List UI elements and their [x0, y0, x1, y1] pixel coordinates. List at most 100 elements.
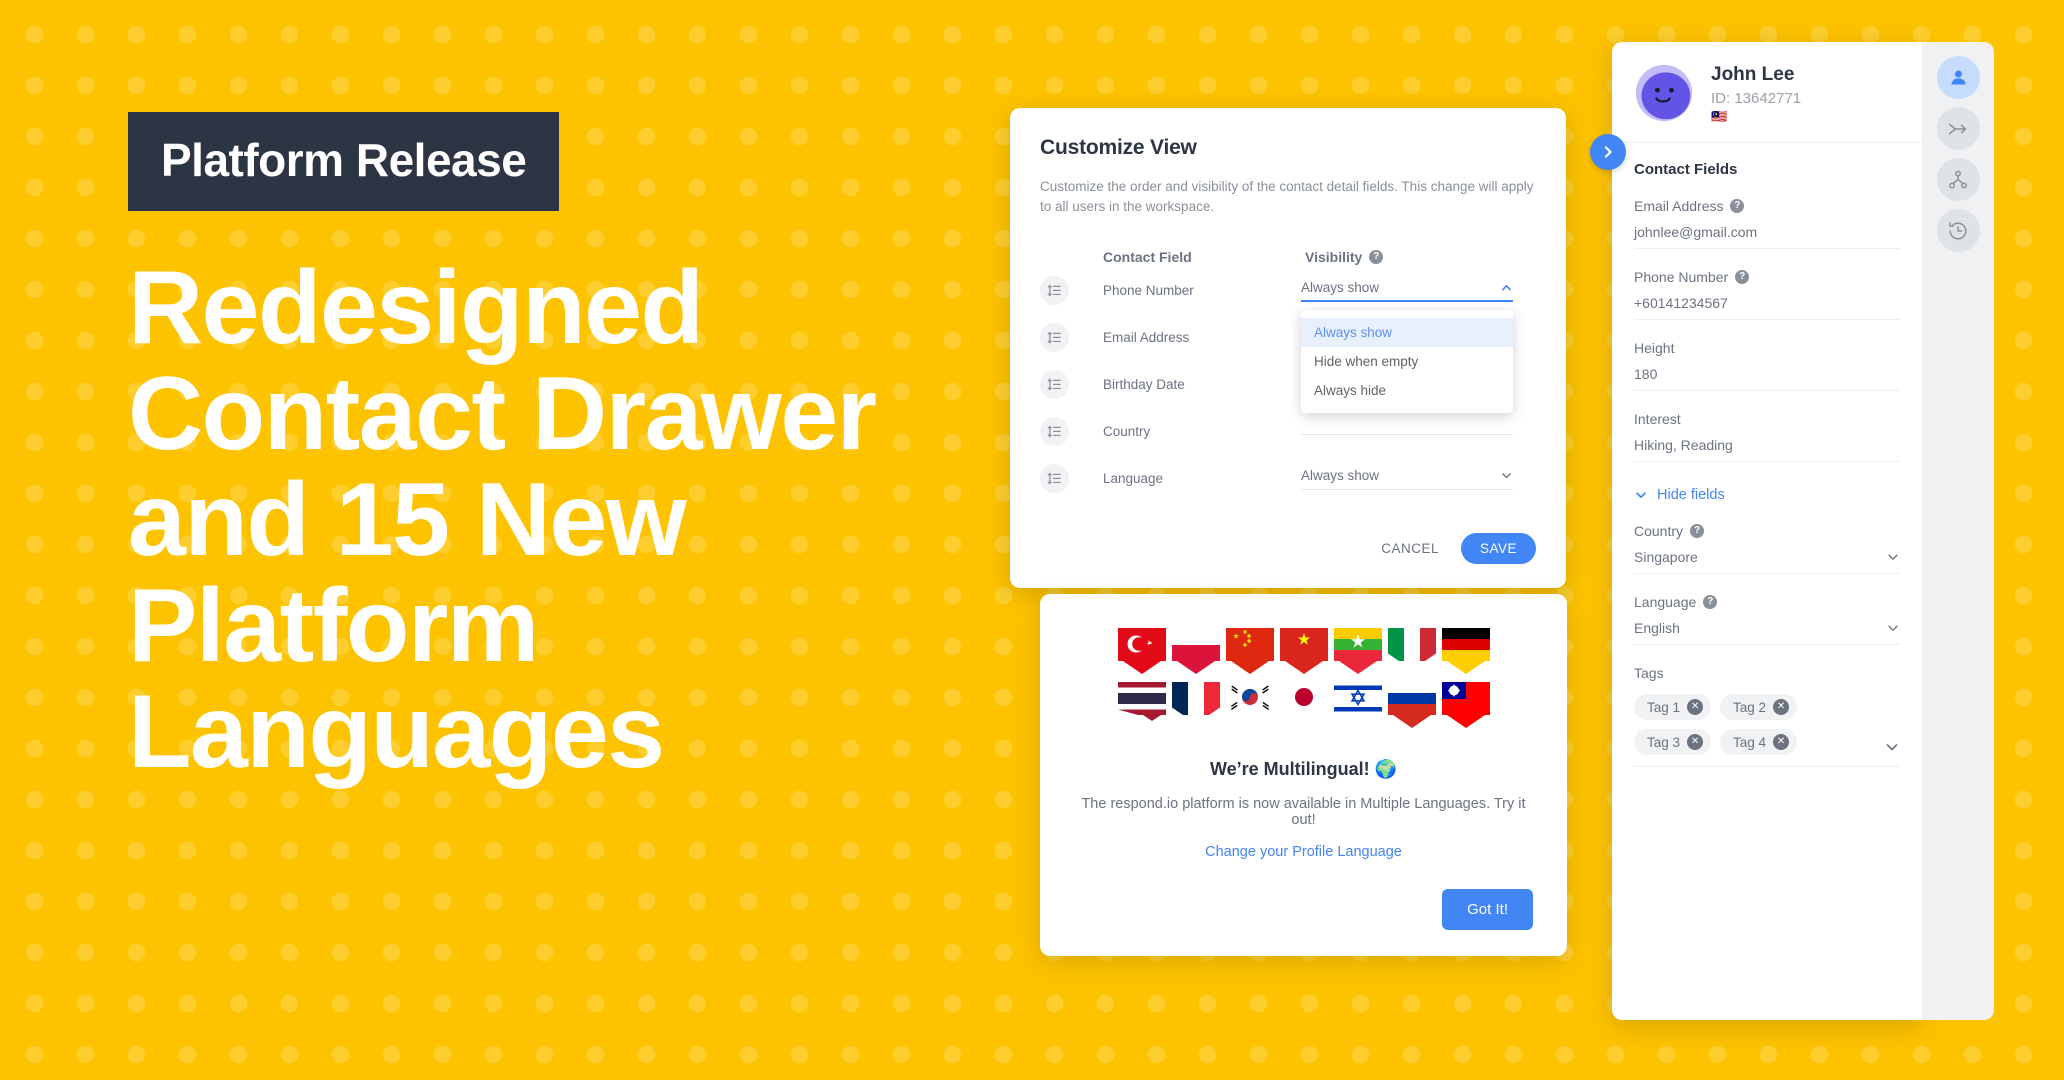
- rail-item-contact[interactable]: [1936, 56, 1980, 99]
- field-label-text: Interest: [1634, 411, 1681, 427]
- workflow-node-icon: [1949, 170, 1967, 188]
- rail-item-forward[interactable]: [1936, 107, 1980, 150]
- flag-row-1: [1117, 628, 1490, 678]
- field-language: Language ? English: [1634, 594, 1900, 645]
- visibility-dropdown-menu: Always show Hide when empty Always hide: [1301, 309, 1513, 413]
- platform-release-badge: Platform Release: [128, 112, 560, 211]
- visibility-select-country[interactable]: [1301, 428, 1513, 435]
- close-icon[interactable]: ✕: [1773, 699, 1790, 715]
- field-label-text: Country: [1634, 523, 1684, 539]
- field-value-text: Hiking, Reading: [1634, 437, 1733, 453]
- flag-turkey-icon: [1117, 628, 1166, 674]
- arrow-forward-icon: [1948, 123, 1967, 134]
- field-email-address: Email Address ? johnlee@gmail.com: [1634, 198, 1900, 249]
- flag-japan-icon: [1279, 682, 1328, 728]
- field-phone-number: Phone Number ? +60141234567: [1634, 269, 1900, 320]
- flag-vietnam-icon: [1279, 628, 1328, 674]
- field-label: Email Address ?: [1634, 198, 1900, 214]
- chevron-up-icon: [1502, 284, 1511, 290]
- flag-collage: [1074, 628, 1533, 732]
- field-value[interactable]: +60141234567: [1634, 295, 1900, 320]
- help-icon[interactable]: ?: [1703, 595, 1718, 609]
- drawer-toggle-button[interactable]: [1590, 134, 1626, 170]
- field-name: Email Address: [1103, 330, 1190, 345]
- hide-fields-toggle[interactable]: Hide fields: [1634, 487, 1900, 503]
- dropdown-option-always-hide[interactable]: Always hide: [1301, 376, 1513, 405]
- close-icon[interactable]: ✕: [1687, 699, 1704, 715]
- help-icon[interactable]: ?: [1690, 524, 1705, 538]
- multilingual-announcement-card: We’re Multilingual! 🌍 The respond.io pla…: [1040, 594, 1567, 956]
- table-row: Phone Number Always show Always show Hid…: [1040, 270, 1536, 413]
- field-name: Birthday Date: [1103, 377, 1185, 392]
- field-interest: Interest Hiking, Reading: [1634, 411, 1900, 462]
- rail-item-workflow[interactable]: [1936, 158, 1980, 201]
- table-row: Language Always show: [1040, 458, 1536, 500]
- reorder-icon[interactable]: [1040, 323, 1069, 352]
- got-it-button[interactable]: Got It!: [1442, 889, 1533, 930]
- cancel-button[interactable]: CANCEL: [1381, 541, 1439, 556]
- change-profile-language-link[interactable]: Change your Profile Language: [1205, 844, 1402, 860]
- reorder-icon[interactable]: [1040, 370, 1069, 399]
- tag-label: Tag 2: [1733, 699, 1767, 715]
- contact-person-icon: [1951, 70, 1965, 85]
- rail-item-history[interactable]: [1936, 209, 1980, 252]
- drawer-icon-rail: [1922, 42, 1994, 1020]
- field-value-text: Singapore: [1634, 549, 1698, 565]
- reorder-icon[interactable]: [1040, 276, 1069, 305]
- dialog-title: Customize View: [1040, 136, 1197, 159]
- visibility-select-phone-number[interactable]: Always show Always show Hide when empty …: [1301, 279, 1513, 413]
- reorder-icon[interactable]: [1040, 417, 1069, 446]
- flag-taiwan-icon: [1441, 682, 1490, 728]
- contact-id: ID: 13642771: [1711, 89, 1802, 107]
- dropdown-option-always-show[interactable]: Always show: [1301, 317, 1513, 347]
- close-icon[interactable]: ✕: [1773, 734, 1790, 750]
- reorder-icon[interactable]: [1040, 464, 1069, 493]
- dialog-description: Customize the order and visibility of th…: [1040, 179, 1534, 215]
- field-label: Language ?: [1634, 594, 1900, 610]
- tag-chip[interactable]: Tag 1 ✕: [1634, 694, 1712, 720]
- contact-fields-heading: Contact Fields: [1634, 161, 1738, 178]
- flag-south-korea-icon: [1225, 682, 1274, 728]
- close-icon[interactable]: ✕: [1687, 734, 1704, 750]
- flag-thailand-icon: [1117, 682, 1166, 728]
- field-label-text: Email Address: [1634, 198, 1724, 214]
- field-value[interactable]: 180: [1634, 366, 1900, 391]
- field-value-text: English: [1634, 620, 1680, 636]
- field-label: Height: [1634, 340, 1900, 356]
- dropdown-option-hide-when-empty[interactable]: Hide when empty: [1301, 347, 1513, 376]
- flag-poland-icon: [1171, 628, 1220, 674]
- contact-name: John Lee: [1711, 63, 1795, 85]
- field-name: Language: [1103, 471, 1164, 486]
- dialog-actions: CANCEL SAVE: [1040, 532, 1536, 564]
- flag-italy-icon: [1387, 628, 1436, 674]
- field-value[interactable]: johnlee@gmail.com: [1634, 224, 1900, 249]
- field-label: Phone Number ?: [1634, 269, 1900, 285]
- visibility-select-value: Always show: [1301, 279, 1380, 295]
- tag-chip[interactable]: Tag 4 ✕: [1720, 729, 1798, 755]
- chevron-down-icon: [1888, 625, 1898, 631]
- field-name: Phone Number: [1103, 283, 1194, 298]
- field-value[interactable]: Hiking, Reading: [1634, 437, 1900, 462]
- save-button[interactable]: SAVE: [1460, 532, 1536, 564]
- tags-container: Tag 1 ✕ Tag 2 ✕ Tag 3 ✕ Tag 4 ✕: [1634, 681, 1900, 755]
- divider: [1634, 766, 1900, 767]
- tag-label: Tag 1: [1647, 699, 1681, 715]
- field-label: Interest: [1634, 411, 1900, 427]
- flag-france-icon: [1171, 682, 1220, 728]
- help-icon[interactable]: ?: [1730, 199, 1745, 213]
- multilingual-subtitle: The respond.io platform is now available…: [1081, 796, 1526, 828]
- tag-chip[interactable]: Tag 2 ✕: [1720, 694, 1798, 720]
- visibility-select-language[interactable]: Always show: [1301, 468, 1513, 490]
- help-icon[interactable]: ?: [1369, 249, 1384, 264]
- chevron-down-icon[interactable]: [1884, 739, 1900, 755]
- field-value-text: 180: [1634, 366, 1658, 382]
- poster-canvas: Platform Release Redesigned Contact Draw…: [0, 0, 2064, 1080]
- tag-chip[interactable]: Tag 3 ✕: [1634, 729, 1712, 755]
- help-icon[interactable]: ?: [1735, 270, 1750, 284]
- table-row: Country: [1040, 411, 1536, 453]
- hide-fields-label: Hide fields: [1657, 487, 1725, 503]
- language-select[interactable]: English: [1634, 620, 1900, 645]
- column-header-visibility: Visibility ?: [1305, 249, 1384, 265]
- country-select[interactable]: Singapore: [1634, 549, 1900, 574]
- tags-list: Tag 1 ✕ Tag 2 ✕ Tag 3 ✕ Tag 4 ✕: [1634, 694, 1846, 755]
